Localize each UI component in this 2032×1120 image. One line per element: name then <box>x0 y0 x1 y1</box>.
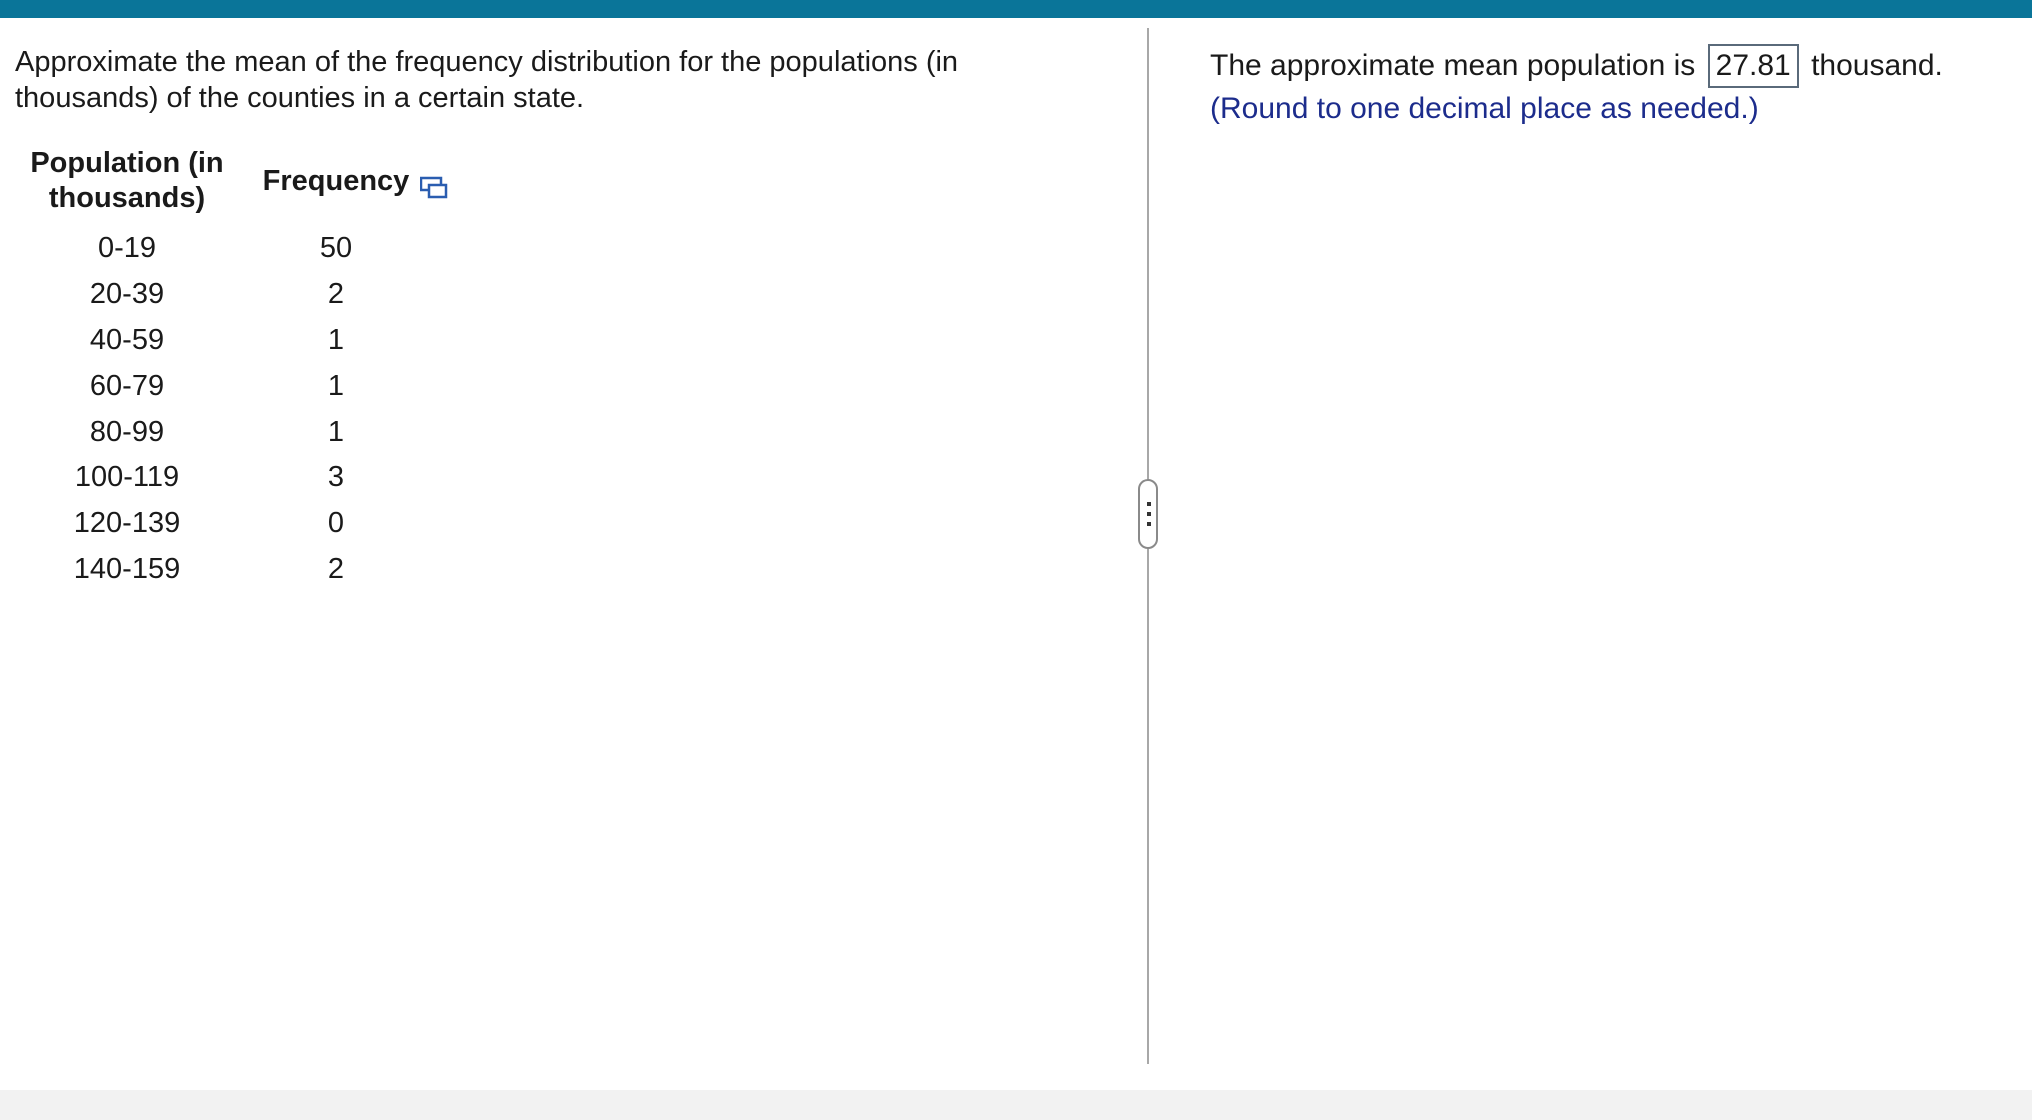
frequency-cell: 3 <box>327 461 345 494</box>
frequency-cell: 2 <box>327 552 345 585</box>
population-cell: 40-59 <box>89 323 165 356</box>
table-row: 0-19 50 <box>28 226 422 272</box>
frequency-cell: 50 <box>319 232 353 265</box>
table-row: 40-59 1 <box>28 318 422 364</box>
table-header-row: Population (in thousands) Frequency <box>28 146 422 226</box>
population-header: Population (in thousands) <box>30 147 224 214</box>
question-pane: Approximate the mean of the frequency di… <box>0 18 1147 1090</box>
answer-prefix: The approximate mean population is <box>1210 49 1696 82</box>
frequency-cell: 1 <box>327 323 345 356</box>
population-cell: 0-19 <box>97 232 157 265</box>
population-cell: 140-159 <box>73 552 181 585</box>
top-bar <box>0 0 2032 18</box>
answer-suffix: thousand. <box>1811 49 1943 82</box>
population-cell: 100-119 <box>74 461 180 494</box>
table-row: 60-79 1 <box>28 363 422 409</box>
table-row: 120-139 0 <box>28 501 422 547</box>
frequency-table: Population (in thousands) Frequency 0-19… <box>28 146 422 592</box>
handle-dot <box>1147 522 1151 526</box>
population-cell: 80-99 <box>89 415 165 448</box>
population-cell: 60-79 <box>89 369 165 402</box>
table-row: 20-39 2 <box>28 272 422 318</box>
population-cell: 20-39 <box>89 278 165 311</box>
rounding-hint: (Round to one decimal place as needed.) <box>1210 92 1759 125</box>
answer-sentence: The approximate mean population is 27.81… <box>1210 44 2010 88</box>
frequency-header: Frequency <box>262 164 410 197</box>
copy-icon[interactable] <box>420 176 448 200</box>
pane-resize-handle[interactable] <box>1138 479 1158 549</box>
frequency-cell: 1 <box>327 415 345 448</box>
table-row: 80-99 1 <box>28 409 422 455</box>
table-row: 100-119 3 <box>28 455 422 501</box>
frequency-cell: 1 <box>327 369 345 402</box>
bottom-bar <box>0 1090 2032 1120</box>
question-text: Approximate the mean of the frequency di… <box>15 46 959 114</box>
handle-dot <box>1147 502 1151 506</box>
frequency-cell: 0 <box>327 507 345 540</box>
handle-dot <box>1147 512 1151 516</box>
answer-pane: The approximate mean population is 27.81… <box>1210 44 2010 130</box>
table-row: 140-159 2 <box>28 547 422 593</box>
frequency-cell: 2 <box>327 278 345 311</box>
answer-field[interactable]: 27.81 <box>1707 44 1799 88</box>
population-cell: 120-139 <box>73 507 181 540</box>
